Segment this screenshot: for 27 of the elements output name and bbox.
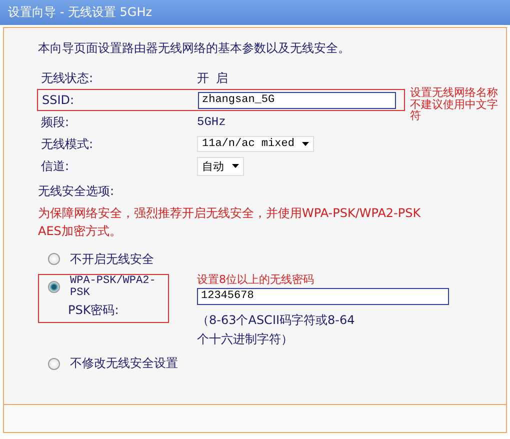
- annotation-text: 设置8位以上的无线密码: [197, 274, 315, 286]
- field-value: 5GHz: [197, 115, 226, 129]
- option-label: WPA-PSK/WPA2-PSK: [70, 275, 157, 299]
- warning-text: 为保障网络安全，强烈推荐开启无线安全，并使用WPA-PSK/WPA2-PSK AES加密方式。: [38, 205, 422, 240]
- field-label: PSK密码:: [67, 302, 120, 319]
- dropdown[interactable]: 11a/n/ac mixed: [197, 136, 314, 152]
- field-label: SSID:: [42, 93, 76, 107]
- ssid-field[interactable]: zhangsan_5G: [198, 92, 396, 108]
- section-label: 无线安全选项:: [38, 183, 116, 200]
- option-label: 不开启无线安全: [70, 250, 154, 268]
- hint-text: （8-63个ASCII码字符或8-64个十六进制字符）: [197, 312, 356, 348]
- annotation-text: 设置无线网络名称 不建议使用中文字 符: [410, 87, 498, 122]
- radio-button[interactable]: [48, 281, 60, 293]
- option-label: 不修改无线安全设置: [70, 355, 178, 372]
- dropdown[interactable]: 自动: [197, 156, 244, 176]
- field-label: 无线状态:: [41, 70, 94, 86]
- radio-button[interactable]: [48, 253, 60, 265]
- radio-button[interactable]: [48, 358, 60, 370]
- field-label: 频段:: [41, 114, 70, 130]
- password-field[interactable]: 12345678: [197, 288, 449, 305]
- field-label: 信道:: [41, 158, 70, 174]
- field-value: 开 启: [197, 70, 228, 86]
- caret-icon: [302, 142, 310, 146]
- field-label: 无线模式:: [41, 136, 94, 152]
- caret-icon: [232, 164, 239, 168]
- window-title: 设置向导 - 无线设置 5GHz: [8, 4, 152, 21]
- intro-text: 本向导页面设置路由器无线网络的基本参数以及无线安全。: [38, 40, 351, 57]
